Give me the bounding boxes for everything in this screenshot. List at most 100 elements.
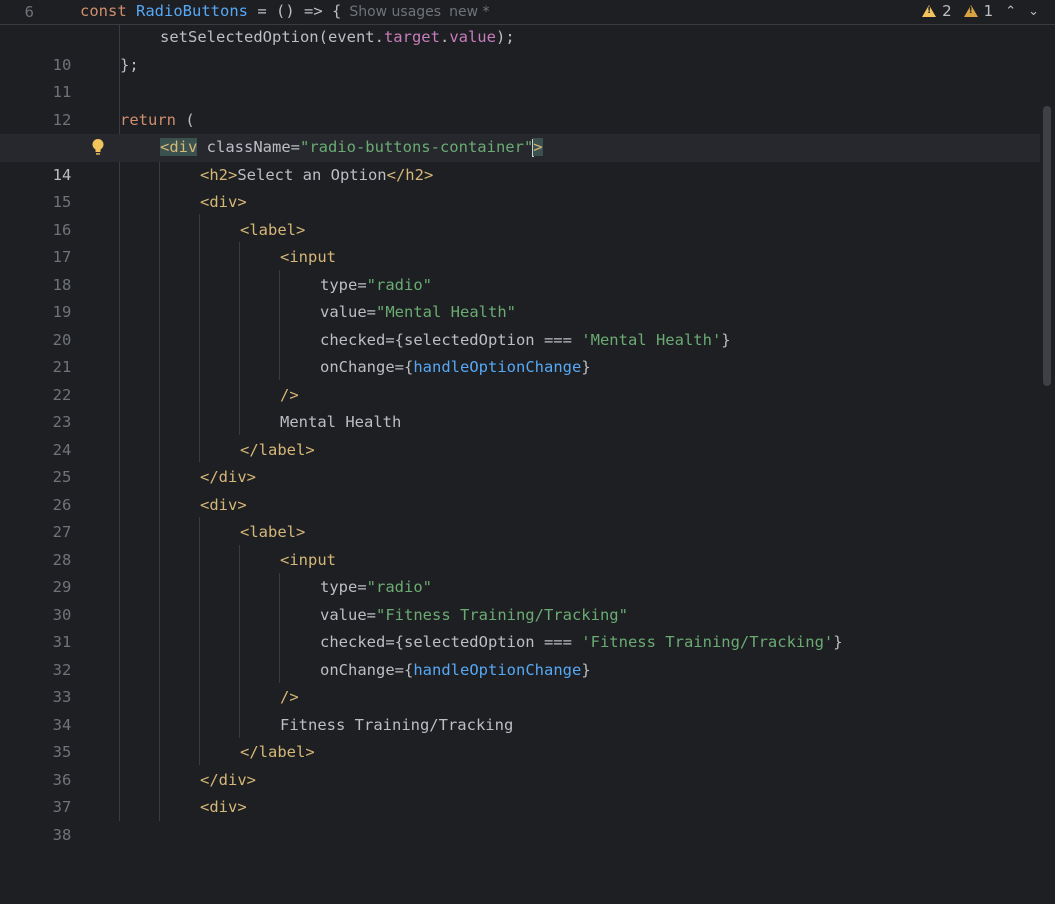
warning-triangle-icon xyxy=(922,5,937,17)
paren: ( xyxy=(176,110,195,129)
code-text: checked={selectedOption === 'Mental Heal… xyxy=(320,327,731,355)
weak-warnings-count: 1 xyxy=(983,2,994,20)
jsx-tag: <div xyxy=(160,138,198,156)
function-ref: handleOptionChange xyxy=(413,660,582,679)
code-text: checked={selectedOption === 'Fitness Tra… xyxy=(320,629,843,657)
jsx-tag: </h2> xyxy=(386,165,434,184)
code-line[interactable]: 12 xyxy=(0,79,1040,129)
code-line[interactable]: 16 <div> xyxy=(0,189,1040,239)
string: 'Mental Health' xyxy=(581,330,722,349)
jsx-tag: </label> xyxy=(240,440,315,459)
code-text: type="radio" xyxy=(320,272,432,300)
jsx-tag: <h2> xyxy=(200,165,238,184)
lightbulb-icon[interactable] xyxy=(91,138,105,156)
code-line[interactable]: 29 <input xyxy=(0,547,1040,597)
jsx-tag: <input xyxy=(280,550,336,569)
jsx-tag: </div> xyxy=(200,770,256,789)
jsx-attr: onChange= xyxy=(320,660,404,679)
code-line[interactable]: 34 /> xyxy=(0,684,1040,734)
code-line[interactable]: 19 type="radio" xyxy=(0,272,1040,322)
sticky-scope-header[interactable]: 6 const RadioButtons = () => { Show usage… xyxy=(0,0,1055,25)
code-line[interactable]: 10 setSelectedOption(event.target.value)… xyxy=(0,24,1040,74)
code-line[interactable]: 37 </div> xyxy=(0,767,1040,817)
jsx-tag: /> xyxy=(280,688,299,706)
code-line[interactable]: 25 </label> xyxy=(0,437,1040,487)
code-line[interactable]: 20 value="Mental Health" xyxy=(0,299,1040,349)
string: "radio" xyxy=(366,578,432,596)
code-text: value="Mental Health" xyxy=(320,299,516,327)
code-text: type="radio" xyxy=(320,574,432,602)
call-text: setSelectedOption(event. xyxy=(160,28,384,46)
sticky-code: const RadioButtons = () => { Show usages n… xyxy=(80,2,489,20)
show-usages-hint[interactable]: Show usages xyxy=(349,4,441,20)
jsx-attr: checked= xyxy=(320,330,395,349)
jsx-attr: type= xyxy=(320,275,367,294)
brace: } xyxy=(581,358,591,376)
code-line[interactable]: 27 <div> xyxy=(0,492,1040,542)
code-line[interactable]: 11 }; xyxy=(0,52,1040,102)
vcs-new-hint[interactable]: new * xyxy=(449,4,489,20)
code-line[interactable]: 35 Fitness Training/Tracking xyxy=(0,712,1040,762)
jsx-text: Fitness Training/Tracking xyxy=(280,715,514,734)
jsx-tag: <label> xyxy=(240,523,306,541)
keyword: return xyxy=(120,110,176,129)
code-line[interactable]: 32 checked={selectedOption === 'Fitness … xyxy=(0,629,1040,679)
code-line[interactable]: 22 onChange={handleOptionChange} xyxy=(0,354,1040,404)
brace: } xyxy=(581,660,591,679)
jsx-tag: <div> xyxy=(200,495,247,514)
code-line[interactable]: 24 Mental Health xyxy=(0,409,1040,459)
jsx-tag: <div> xyxy=(200,193,247,211)
jsx-tag: <label> xyxy=(240,220,306,239)
code-line[interactable]: 28 <label> xyxy=(0,519,1040,569)
jsx-tag: </div> xyxy=(200,468,256,486)
jsx-attr: onChange= xyxy=(320,358,404,376)
chevron-up-icon[interactable]: ⌃ xyxy=(1005,4,1016,19)
code-line[interactable]: 18 <input xyxy=(0,244,1040,294)
jsx-attr: checked= xyxy=(320,633,395,651)
string: "radio-buttons-container" xyxy=(299,138,534,156)
sticky-line-number: 6 xyxy=(24,3,34,21)
jsx-tag: </label> xyxy=(240,743,315,761)
jsx-attr: type= xyxy=(320,578,367,596)
brace: } xyxy=(721,330,731,349)
code-text: = () => { xyxy=(248,2,342,20)
code-line[interactable]: 13 return ( xyxy=(0,107,1040,157)
code-line[interactable]: 38 <div> xyxy=(0,794,1040,844)
code-line[interactable]: 21 checked={selectedOption === 'Mental H… xyxy=(0,327,1040,377)
jsx-attr: className= xyxy=(197,138,300,156)
code-line[interactable]: 30 type="radio" xyxy=(0,574,1040,624)
dot: . xyxy=(439,28,450,46)
jsx-text: Mental Health xyxy=(280,413,402,431)
vertical-scrollbar[interactable] xyxy=(1043,106,1051,386)
code-line[interactable]: 23 /> xyxy=(0,382,1040,432)
property: value xyxy=(449,28,496,46)
jsx-tag: <input xyxy=(280,248,336,266)
code-text: onChange={handleOptionChange} xyxy=(320,354,591,382)
jsx-text: Select an Option xyxy=(237,165,387,184)
inspection-widget[interactable]: 2 1 ⌃ ⌄ xyxy=(922,2,1039,20)
keyword: const xyxy=(80,2,127,20)
property: target xyxy=(383,28,440,46)
code-editor[interactable]: 6 const RadioButtons = () => { Show usage… xyxy=(0,0,1055,844)
code-text: <h2>Select an Option</h2> xyxy=(200,162,433,190)
code-line[interactable]: 15 <h2>Select an Option</h2> xyxy=(0,162,1040,212)
code-line[interactable]: 26 </div> xyxy=(0,464,1040,514)
string: "radio" xyxy=(366,275,432,294)
string: "Fitness Training/Tracking" xyxy=(376,605,628,624)
function-ref: handleOptionChange xyxy=(413,358,582,376)
component-name: RadioButtons xyxy=(136,2,248,20)
chevron-down-icon[interactable]: ⌄ xyxy=(1028,4,1039,19)
brace: { xyxy=(404,358,414,376)
code-line[interactable]: 33 onChange={handleOptionChange} xyxy=(0,657,1040,707)
jsx-tag: /> xyxy=(280,385,299,404)
string: "Mental Health" xyxy=(376,303,516,321)
jsx-attr: value= xyxy=(320,605,376,624)
jsx-tag: > xyxy=(533,138,543,156)
code-text: value="Fitness Training/Tracking" xyxy=(320,602,628,630)
code-line[interactable]: 31 value="Fitness Training/Tracking" xyxy=(0,602,1040,652)
warnings-count: 2 xyxy=(942,2,952,20)
code-line[interactable]: 36 </label> xyxy=(0,739,1040,789)
code-line-current[interactable]: 14 <div className="radio-buttons-contain… xyxy=(0,134,1040,184)
code-line[interactable]: 17 <label> xyxy=(0,217,1040,267)
string: 'Fitness Training/Tracking' xyxy=(581,633,834,651)
